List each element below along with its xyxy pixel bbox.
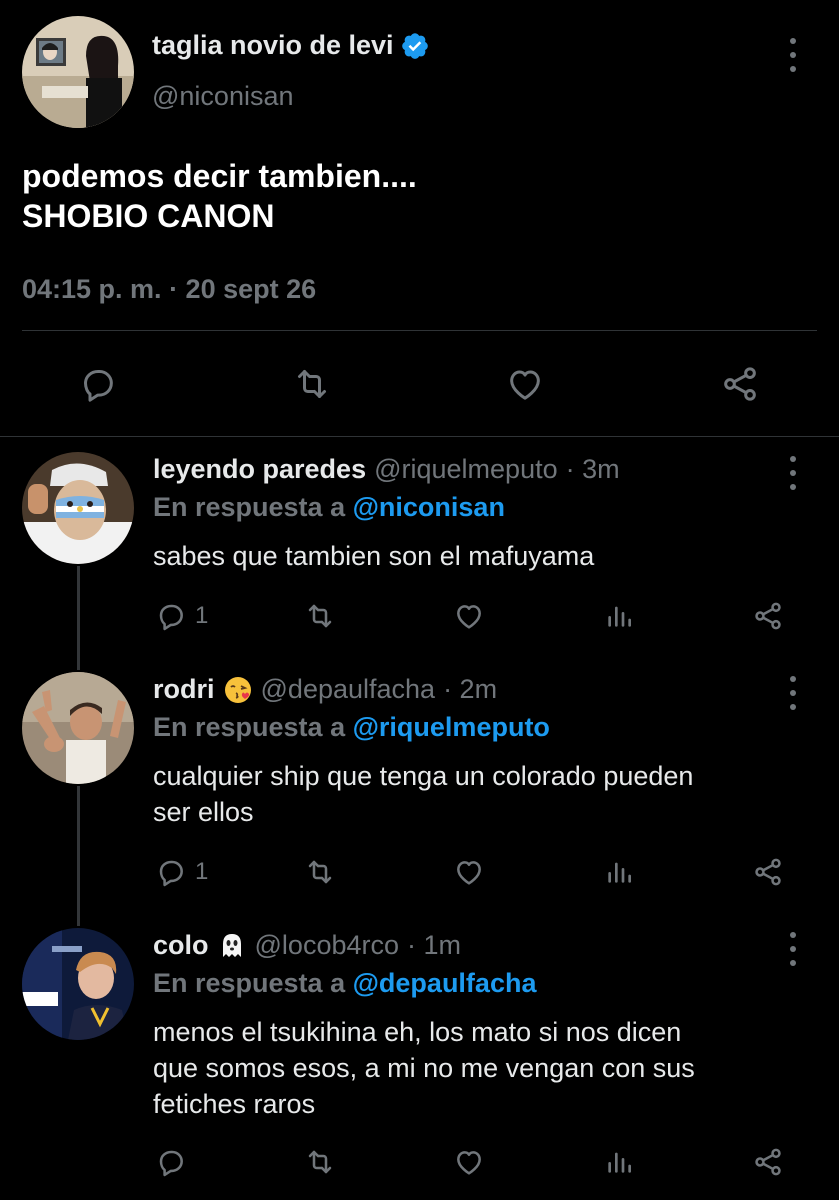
reply-2-mention[interactable]: @riquelmeputo [353, 712, 550, 742]
reply-2-display-name[interactable]: rodri [153, 674, 215, 705]
reply-1-reply-count: 1 [195, 602, 209, 629]
reply-2-time[interactable]: · 2m [443, 674, 497, 705]
kiss-emoji [223, 675, 253, 705]
main-handle[interactable]: @niconisan [152, 81, 294, 112]
reply-2-views-button[interactable] [603, 856, 635, 888]
main-display-name[interactable]: taglia novio de levi [152, 30, 394, 61]
reply-2-avatar[interactable] [22, 672, 134, 784]
reply-1-handle[interactable]: @riquelmeputo [374, 454, 558, 485]
reply-2-more-icon[interactable] [783, 676, 803, 710]
reply-3-header: colo @locob4rco · 1m [153, 930, 461, 961]
share-icon [755, 858, 781, 886]
main-tweet-text: podemos decir tambien.... SHOBIO CANON [22, 156, 417, 236]
reply-1-more-icon[interactable] [783, 456, 803, 490]
reply-3-like-button[interactable] [453, 1146, 485, 1178]
main-retweet-button[interactable] [292, 364, 332, 404]
main-tweet-timestamp[interactable]: 04:15 p. m. · 20 sept 26 [22, 274, 316, 305]
retweet-icon [308, 604, 332, 628]
reply-3-text-line-2: que somos esos, a mi no me vengan con su… [153, 1053, 695, 1083]
share-icon [755, 602, 781, 630]
main-tweet-line-2: SHOBIO CANON [22, 198, 275, 234]
main-avatar[interactable] [22, 16, 134, 128]
more-icon[interactable] [783, 38, 803, 72]
bar-chart-icon [608, 862, 631, 883]
reply-1-time[interactable]: · 3m [566, 454, 620, 485]
reply-1-text: sabes que tambien son el mafuyama [153, 541, 595, 571]
verified-badge-icon [400, 31, 430, 61]
speech-bubble-icon [159, 1150, 183, 1177]
reply-1-share-button[interactable] [752, 600, 784, 632]
share-icon [755, 1148, 781, 1176]
reply-2-like-button[interactable] [453, 856, 485, 888]
bar-chart-icon [608, 606, 631, 627]
reply-3-mention[interactable]: @depaulfacha [353, 968, 537, 998]
reply-1-avatar[interactable] [22, 452, 134, 564]
thread-line-1 [77, 566, 80, 670]
speech-bubble-icon [159, 860, 183, 887]
heart-icon [510, 370, 540, 400]
main-divider [22, 330, 817, 331]
reply-2-reply-count: 1 [195, 858, 209, 885]
reply-1-retweet-button[interactable] [304, 600, 336, 632]
heart-icon [457, 1151, 481, 1175]
reply-3-retweet-button[interactable] [304, 1146, 336, 1178]
reply-3-reply-prefix: En respuesta a [153, 968, 353, 998]
main-author-name[interactable]: taglia novio de levi [152, 30, 430, 61]
speech-bubble-icon [84, 370, 113, 402]
ghost-emoji [217, 931, 247, 961]
reply-2-handle[interactable]: @depaulfacha [261, 674, 436, 705]
retweet-icon [308, 860, 332, 884]
bar-chart-icon [608, 1152, 631, 1173]
reply-2-retweet-button[interactable] [304, 856, 336, 888]
reply-2-reply-to: En respuesta a @riquelmeputo [153, 712, 550, 743]
share-icon [724, 367, 756, 401]
reply-3-avatar[interactable] [22, 928, 134, 1040]
reply-3-more-icon[interactable] [783, 932, 803, 966]
reply-3-time[interactable]: · 1m [407, 930, 461, 961]
reply-1-reply-prefix: En respuesta a [153, 492, 353, 522]
main-reply-button[interactable] [78, 364, 118, 404]
reply-2-reply-button[interactable]: 1 [155, 856, 208, 888]
thread-line-2 [77, 786, 80, 926]
reply-2-text-line-2: ser ellos [153, 797, 254, 827]
reply-3-text-line-1: menos el tsukihina eh, los mato si nos d… [153, 1017, 682, 1047]
heart-icon [457, 605, 481, 629]
main-tweet-line-1: podemos decir tambien.... [22, 158, 417, 194]
main-like-button[interactable] [505, 364, 545, 404]
reply-3-text: menos el tsukihina eh, los mato si nos d… [153, 1014, 813, 1122]
reply-3-share-button[interactable] [752, 1146, 784, 1178]
reply-2-reply-prefix: En respuesta a [153, 712, 353, 742]
reply-3-handle[interactable]: @locob4rco [255, 930, 399, 961]
reply-3-display-name[interactable]: colo [153, 930, 209, 961]
speech-bubble-icon [159, 604, 183, 631]
reply-2-text: cualquier ship que tenga un colorado pue… [153, 758, 813, 830]
reply-1-header: leyendo paredes @riquelmeputo · 3m [153, 454, 620, 485]
retweet-icon [298, 370, 326, 398]
heart-icon [457, 861, 481, 885]
reply-2-header: rodri @depaulfacha · 2m [153, 674, 497, 705]
main-share-button[interactable] [720, 364, 760, 404]
actions-divider [0, 436, 839, 437]
reply-1-reply-button[interactable]: 1 [155, 600, 208, 632]
reply-2-share-button[interactable] [752, 856, 784, 888]
retweet-icon [308, 1150, 332, 1174]
reply-1-display-name[interactable]: leyendo paredes [153, 454, 366, 485]
reply-1-reply-to: En respuesta a @niconisan [153, 492, 505, 523]
reply-1-like-button[interactable] [453, 600, 485, 632]
reply-3-text-line-3: fetiches raros [153, 1089, 316, 1119]
reply-3-reply-to: En respuesta a @depaulfacha [153, 968, 536, 999]
reply-1-views-button[interactable] [603, 600, 635, 632]
reply-1-mention[interactable]: @niconisan [353, 492, 505, 522]
reply-2-text-line-1: cualquier ship que tenga un colorado pue… [153, 761, 694, 791]
reply-3-reply-button[interactable] [155, 1146, 195, 1178]
reply-3-views-button[interactable] [603, 1146, 635, 1178]
